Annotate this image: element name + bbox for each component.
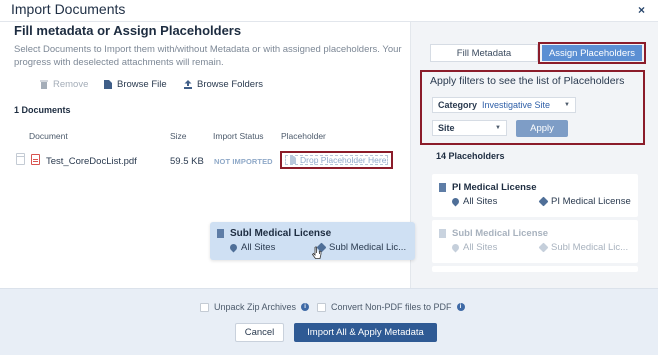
dragged-placeholder-tag: Subl Medical Lic...	[316, 242, 407, 253]
dragged-site-label: All Sites	[241, 242, 276, 253]
placeholder-card[interactable]	[432, 266, 638, 272]
upload-icon	[184, 80, 192, 89]
column-header-status: Import Status	[213, 131, 264, 141]
cancel-button[interactable]: Cancel	[235, 323, 284, 342]
placeholder-card[interactable]: Subl Medical License All Sites Subl Medi…	[432, 220, 638, 263]
placeholder-drop-zone[interactable]: Drop Placeholder Here	[280, 151, 393, 169]
placeholder-count: 14 Placeholders	[436, 151, 505, 161]
table-row[interactable]: Test_CoreDocList.pdf 59.5 KB NOT IMPORTE…	[14, 146, 404, 174]
document-size: 59.5 KB	[170, 156, 204, 167]
file-icon	[439, 229, 446, 238]
document-name: Test_CoreDocList.pdf	[46, 156, 137, 167]
document-toolbar: Remove Browse File Browse Folders	[14, 79, 404, 97]
file-icon	[217, 229, 224, 238]
dragged-placeholder-title: Subl Medical License	[230, 228, 332, 239]
placeholder-site-label: All Sites	[463, 196, 498, 207]
convert-checkbox[interactable]	[317, 302, 326, 312]
location-pin-icon	[228, 242, 239, 253]
convert-option[interactable]: Convert Non-PDF files to PDF i	[317, 302, 465, 312]
convert-label: Convert Non-PDF files to PDF	[331, 302, 452, 312]
tab-fill-metadata[interactable]: Fill Metadata	[430, 44, 538, 62]
browse-folders-label: Browse Folders	[197, 79, 263, 90]
column-header-size: Size	[170, 131, 187, 141]
dialog-title: Import Documents	[11, 1, 126, 17]
info-icon[interactable]: i	[456, 303, 465, 311]
drop-zone-inner: Drop Placeholder Here	[285, 155, 388, 165]
placeholder-site: All Sites	[450, 196, 498, 207]
import-status: NOT IMPORTED	[214, 157, 273, 166]
site-value: Site	[438, 123, 455, 133]
browse-file-label: Browse File	[117, 79, 167, 90]
category-value: Investigative Site	[482, 100, 551, 110]
right-panel-tabs: Fill Metadata Assign Placeholders	[430, 42, 646, 64]
close-icon[interactable]: ×	[638, 3, 645, 17]
panel-description: Select Documents to Import them with/wit…	[14, 44, 402, 68]
tab-assign-placeholders[interactable]: Assign Placeholders	[542, 45, 642, 61]
filter-title: Apply filters to see the list of Placeho…	[430, 75, 625, 87]
placeholder-card[interactable]: PI Medical License All Sites PI Medical …	[432, 174, 638, 217]
placeholder-site-label: All Sites	[463, 242, 498, 253]
remove-label: Remove	[53, 79, 89, 90]
dialog-footer: Unpack Zip Archives i Convert Non-PDF fi…	[0, 288, 658, 355]
placeholder-title: PI Medical License	[452, 182, 537, 193]
dialog-header: Import Documents ×	[0, 0, 658, 22]
drop-zone-label: Drop Placeholder Here	[300, 155, 387, 165]
column-header-placeholder: Placeholder	[281, 131, 326, 141]
category-select[interactable]: Category Investigative Site ▼	[432, 97, 576, 113]
file-icon	[290, 156, 296, 164]
mouse-cursor-icon	[312, 246, 322, 259]
dragged-placeholder-site: All Sites	[228, 242, 276, 253]
document-count: 1 Documents	[14, 105, 71, 115]
remove-button[interactable]: Remove	[40, 79, 88, 90]
apply-button[interactable]: Apply	[516, 120, 568, 137]
placeholder-tag-label: PI Medical License	[551, 196, 631, 207]
category-label: Category	[438, 100, 478, 110]
tag-icon	[538, 242, 549, 253]
import-all-button[interactable]: Import All & Apply Metadata	[294, 323, 437, 342]
location-pin-icon	[450, 242, 461, 253]
browse-folders-button[interactable]: Browse Folders	[184, 79, 263, 90]
tag-icon	[538, 196, 549, 207]
placeholder-site: All Sites	[450, 242, 498, 253]
unpack-label: Unpack Zip Archives	[214, 302, 297, 312]
trash-icon	[40, 80, 48, 89]
tab-assign-highlight: Assign Placeholders	[538, 42, 646, 64]
placeholder-tag: Subl Medical Lic...	[538, 242, 629, 253]
placeholder-title: Subl Medical License	[452, 228, 549, 239]
row-checkbox[interactable]	[16, 156, 25, 165]
placeholder-tag-label: Subl Medical Lic...	[551, 242, 629, 253]
site-select[interactable]: Site ▼	[432, 120, 507, 136]
chevron-down-icon: ▼	[495, 125, 501, 131]
dragged-tag-label: Subl Medical Lic...	[329, 242, 407, 253]
location-pin-icon	[450, 196, 461, 207]
unpack-option[interactable]: Unpack Zip Archives i	[200, 302, 310, 312]
column-header-document: Document	[29, 131, 68, 141]
info-icon[interactable]: i	[301, 303, 310, 311]
placeholder-tag: PI Medical License	[538, 196, 631, 207]
pdf-icon	[31, 154, 40, 165]
file-icon	[439, 183, 446, 192]
filter-section: Apply filters to see the list of Placeho…	[420, 70, 645, 145]
panel-title: Fill metadata or Assign Placeholders	[14, 23, 242, 38]
chevron-down-icon: ▼	[564, 102, 570, 108]
browse-file-button[interactable]: Browse File	[104, 79, 167, 90]
unpack-checkbox[interactable]	[200, 302, 209, 312]
file-icon	[104, 80, 112, 89]
